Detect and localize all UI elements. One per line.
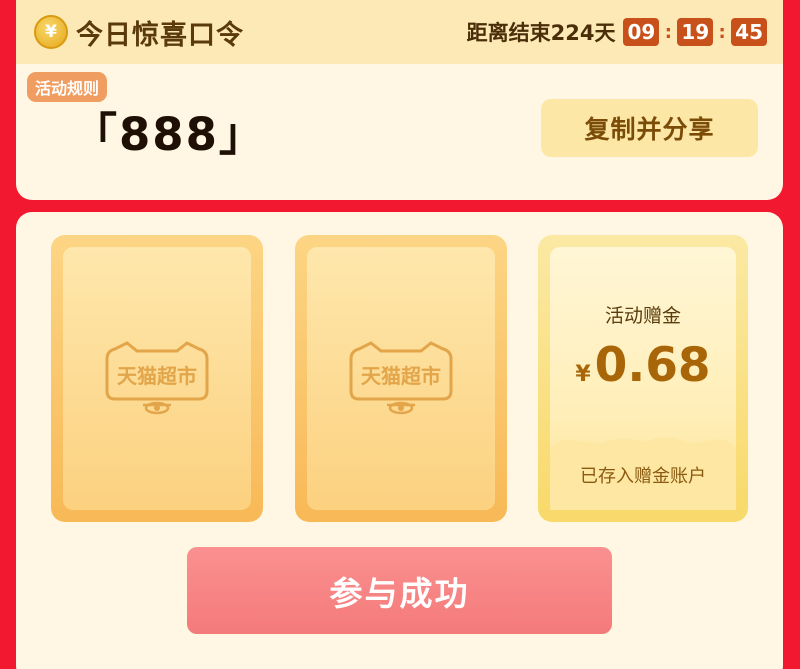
bonus-label: 活动赠金 xyxy=(604,305,681,327)
countdown-label: 距离结束224天 xyxy=(466,21,616,45)
tmall-supermarket-logo-icon: 天猫超市 xyxy=(105,340,209,414)
reward-panel: 天猫超市 天猫超市 活动赠金 ¥ 0.68 已存入赠金账户 参与成功 xyxy=(16,212,783,669)
reward-card-face: 天猫超市 xyxy=(307,247,495,510)
copy-share-button[interactable]: 复制并分享 xyxy=(541,99,758,157)
code-card: ¥ 今日惊喜口令 距离结束224天 09 : 19 : 45 活动规则 「888… xyxy=(16,0,783,200)
countdown-hours: 09 xyxy=(623,18,660,46)
bonus-value: 0.68 xyxy=(594,338,711,393)
page-title: 今日惊喜口令 xyxy=(76,19,244,51)
countdown-separator: : xyxy=(718,21,726,43)
countdown-separator: : xyxy=(664,21,672,43)
coin-symbol: ¥ xyxy=(45,22,57,42)
tmall-logo-text: 天猫超市 xyxy=(117,364,197,388)
bonus-status: 已存入赠金账户 xyxy=(580,466,706,487)
countdown-seconds: 45 xyxy=(731,18,767,46)
bonus-card: 活动赠金 ¥ 0.68 已存入赠金账户 xyxy=(538,235,748,522)
tmall-supermarket-logo-icon: 天猫超市 xyxy=(349,340,453,414)
coin-icon: ¥ xyxy=(34,15,68,49)
countdown: 距离结束224天 09 : 19 : 45 xyxy=(467,17,767,47)
join-success-button[interactable]: 参与成功 xyxy=(187,547,612,634)
tmall-logo-text: 天猫超市 xyxy=(361,364,441,388)
bonus-card-face: 活动赠金 ¥ 0.68 已存入赠金账户 xyxy=(550,247,736,510)
passcode-text: 「888」 xyxy=(72,108,266,161)
reward-card[interactable]: 天猫超市 xyxy=(51,235,263,522)
countdown-minutes: 19 xyxy=(677,18,714,46)
bonus-amount: ¥ 0.68 xyxy=(575,338,710,393)
reward-card[interactable]: 天猫超市 xyxy=(295,235,507,522)
currency-symbol: ¥ xyxy=(575,362,591,387)
reward-card-face: 天猫超市 xyxy=(63,247,251,510)
code-card-header: ¥ 今日惊喜口令 距离结束224天 09 : 19 : 45 xyxy=(16,0,783,64)
